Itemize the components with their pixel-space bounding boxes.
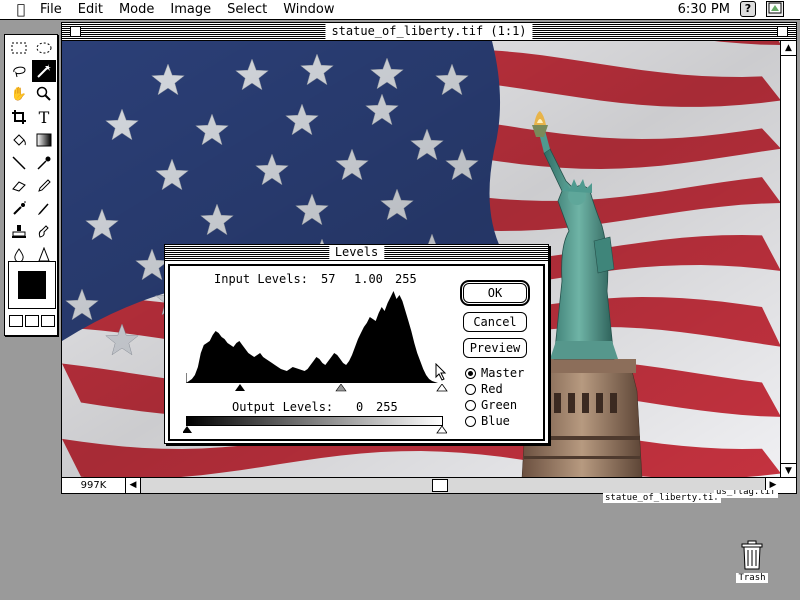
desktop-file-label-statue[interactable]: statue_of_liberty.tif [603, 493, 721, 503]
output-white-slider[interactable] [436, 426, 447, 434]
eyedropper-tool-icon[interactable] [32, 152, 56, 174]
gradient-tool-icon[interactable] [32, 129, 56, 151]
marquee-rect-tool-icon[interactable] [7, 37, 31, 59]
magic-wand-tool-icon[interactable] [32, 60, 56, 82]
close-box-icon[interactable] [70, 26, 81, 37]
desktop-file-label-usflag[interactable]: us_flag.tif [714, 490, 778, 498]
output-sliders [183, 426, 447, 434]
radio-dot-selected[interactable] [465, 367, 476, 379]
smudge-tool-icon[interactable] [32, 221, 56, 243]
color-swatch-area[interactable] [8, 261, 56, 309]
arrow-cursor-icon [435, 363, 447, 381]
output-levels-label: Output Levels: [232, 400, 334, 414]
input-black-slider[interactable] [235, 384, 245, 391]
paintbrush-tool-icon[interactable] [32, 198, 56, 220]
channel-radio-red[interactable]: Red [465, 382, 503, 396]
toolbox-palette: ✋ T [4, 34, 58, 336]
lasso-tool-icon[interactable] [7, 60, 31, 82]
radio-dot[interactable] [465, 399, 476, 411]
output-black-value[interactable]: 0 [356, 400, 363, 414]
crop-tool-icon[interactable] [7, 106, 31, 128]
help-menu-icon[interactable]: ? [740, 1, 756, 17]
trash-icon[interactable] [740, 540, 764, 570]
trash-label: Trash [736, 573, 768, 583]
input-white-value[interactable]: 255 [395, 272, 417, 286]
menu-image[interactable]: Image [162, 2, 219, 17]
menu-window[interactable]: Window [275, 2, 342, 17]
scroll-up-arrow-icon[interactable]: ▲ [781, 41, 796, 56]
histogram [186, 291, 438, 383]
document-title: statue_of_liberty.tif (1:1) [325, 24, 533, 39]
ok-button[interactable]: OK [463, 283, 527, 303]
document-size-readout[interactable]: 997K [62, 478, 126, 493]
cancel-button[interactable]: Cancel [463, 312, 527, 332]
levels-dialog-body: Input Levels: 57 1.00 255 Output Levels:… [168, 264, 545, 441]
input-gamma-value[interactable]: 1.00 [354, 272, 383, 286]
output-white-value[interactable]: 255 [376, 400, 398, 414]
zoom-tool-icon[interactable] [32, 83, 56, 105]
channel-radio-green[interactable]: Green [465, 398, 517, 412]
output-gradient-bar [186, 416, 443, 426]
apple-menu-icon[interactable]:  [10, 2, 32, 18]
hand-tool-icon[interactable]: ✋ [7, 83, 31, 105]
input-white-slider[interactable] [436, 384, 448, 392]
marquee-ellipse-tool-icon[interactable] [32, 37, 56, 59]
menu-select[interactable]: Select [219, 2, 275, 17]
full-screen-mode-icon[interactable] [41, 315, 55, 327]
input-gamma-slider[interactable] [335, 384, 347, 392]
channel-radio-master[interactable]: Master [465, 366, 524, 380]
zoom-box-icon[interactable] [777, 26, 788, 37]
input-sliders [235, 384, 448, 392]
line-tool-icon[interactable] [7, 152, 31, 174]
scroll-down-arrow-icon[interactable]: ▼ [781, 463, 796, 478]
horizontal-scroll-thumb[interactable] [432, 479, 448, 492]
document-title-bar[interactable]: statue_of_liberty.tif (1:1) [62, 23, 796, 41]
channel-label-master: Master [481, 366, 525, 380]
radio-dot[interactable] [465, 415, 476, 427]
levels-dialog-title-bar[interactable]: Levels [165, 245, 548, 261]
levels-dialog-title: Levels [328, 245, 385, 260]
paint-bucket-tool-icon[interactable] [7, 129, 31, 151]
type-tool-icon[interactable]: T [32, 106, 56, 128]
menu-edit[interactable]: Edit [70, 2, 111, 17]
preview-button[interactable]: Preview [463, 338, 527, 358]
input-black-value[interactable]: 57 [321, 272, 335, 286]
radio-dot[interactable] [465, 383, 476, 395]
menu-bar:  File Edit Mode Image Select Window 6:3… [0, 0, 800, 20]
rubber-stamp-tool-icon[interactable] [7, 221, 31, 243]
menubar-clock: 6:30 PM [677, 2, 730, 17]
application-menu-icon[interactable] [766, 1, 784, 17]
standard-window-mode-icon[interactable] [9, 315, 23, 327]
menu-mode[interactable]: Mode [111, 2, 162, 17]
channel-label-red: Red [481, 382, 503, 396]
vertical-scrollbar[interactable]: ▲ ▼ [780, 41, 796, 478]
foreground-color-swatch[interactable] [18, 271, 46, 299]
airbrush-tool-icon[interactable] [7, 198, 31, 220]
channel-label-blue: Blue [481, 414, 510, 428]
input-levels-label: Input Levels: [214, 272, 308, 286]
scroll-left-arrow-icon[interactable]: ◀ [126, 478, 141, 493]
pencil-tool-icon[interactable] [32, 175, 56, 197]
trash-can[interactable]: Trash [736, 540, 768, 583]
levels-dialog: Levels Input Levels: 57 1.00 255 Output … [164, 244, 549, 444]
channel-radio-blue[interactable]: Blue [465, 414, 510, 428]
horizontal-scrollbar[interactable]: ◀ ▶ [126, 478, 780, 493]
full-screen-menu-mode-icon[interactable] [25, 315, 39, 327]
bottom-bar: 997K ◀ ▶ [62, 477, 796, 493]
output-black-slider[interactable] [183, 426, 192, 433]
screen-mode-buttons [9, 315, 55, 327]
eraser-tool-icon[interactable] [7, 175, 31, 197]
menu-file[interactable]: File [32, 2, 70, 17]
channel-label-green: Green [481, 398, 518, 412]
